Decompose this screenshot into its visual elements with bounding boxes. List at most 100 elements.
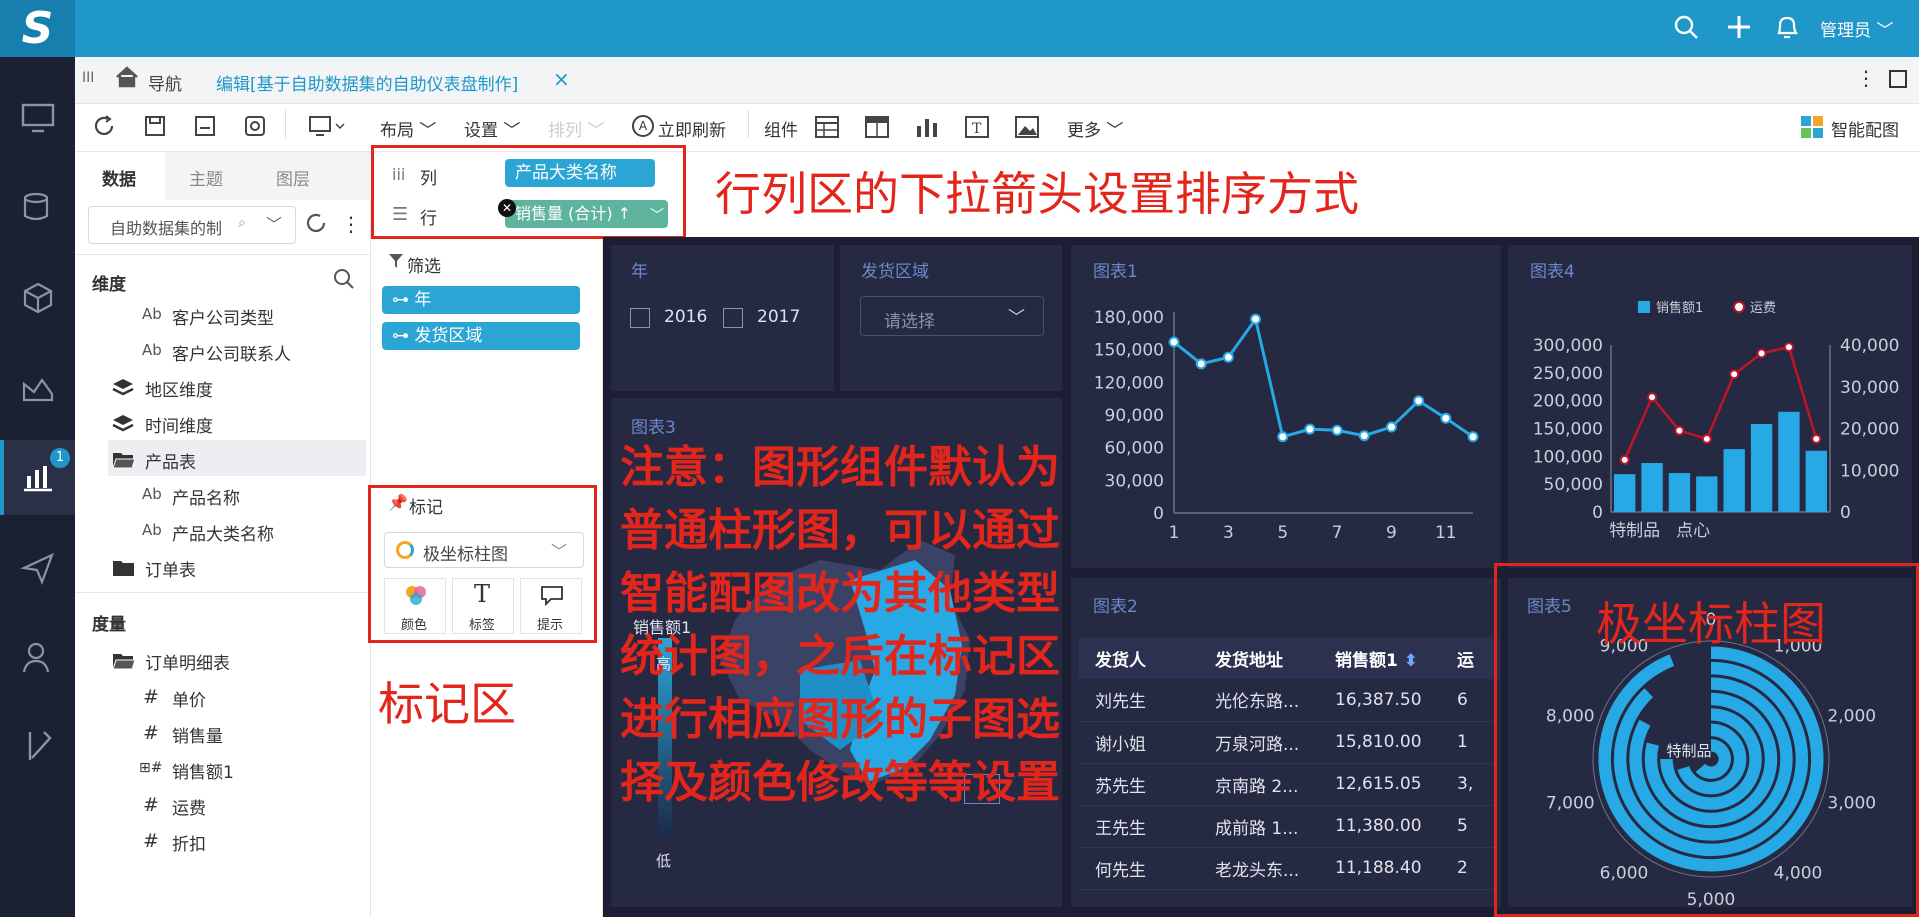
send-icon[interactable] <box>18 550 58 590</box>
data-point <box>1783 342 1794 353</box>
hierarchy-icon: ⊶ <box>392 290 415 310</box>
database-icon[interactable] <box>18 190 58 230</box>
drag-handle-icon[interactable]: III <box>82 70 94 86</box>
tree-item-order-detail[interactable]: 订单明细表 <box>145 649 230 674</box>
chart1-line[interactable]: 180,000 150,000 120,000 90,000 60,000 30,000 0… <box>1071 245 1501 568</box>
refresh-icon[interactable] <box>305 212 327 238</box>
y-tick-label: 150,000 <box>1094 341 1164 361</box>
chevron-down-icon: ﹀ <box>266 215 283 234</box>
chart4-combo[interactable]: 销售额1 运费 300,000 250,000 200,000 150,000 100,00… <box>1508 245 1912 568</box>
fullscreen-icon[interactable] <box>1889 70 1907 88</box>
text-icon[interactable]: T <box>965 116 989 142</box>
text-field-icon: Ab <box>142 521 162 539</box>
component-label: 组件 <box>764 121 798 141</box>
tree-item-discount[interactable]: 折扣 <box>172 830 206 855</box>
bell-icon[interactable] <box>1775 14 1799 46</box>
cube-icon[interactable] <box>18 280 58 320</box>
tree-item-customer-type[interactable]: 客户公司类型 <box>172 304 274 329</box>
filter-title: 筛选 <box>407 257 441 277</box>
app-logo[interactable]: S <box>0 0 75 57</box>
bar <box>1641 463 1663 512</box>
search-icon[interactable] <box>333 268 355 294</box>
tree-item-region-dim[interactable]: 地区维度 <box>145 376 213 401</box>
y-tick-label: 250,000 <box>1533 364 1603 384</box>
table-cell: 2 <box>1441 847 1499 890</box>
number-field-icon: # <box>143 686 159 708</box>
nav-tab[interactable]: 导航 <box>148 70 182 95</box>
tab-data[interactable]: 数据 <box>102 165 136 190</box>
preview-icon[interactable] <box>243 114 267 142</box>
column-header[interactable]: 发货人 <box>1079 637 1199 679</box>
column-header[interactable]: 销售额1 ⬍ <box>1319 637 1441 679</box>
data-point <box>1358 430 1370 442</box>
tree-item-customer-contact[interactable]: 客户公司联系人 <box>172 340 291 365</box>
tree-item-sales-qty[interactable]: 销售量 <box>172 722 223 747</box>
tree-item-product-category[interactable]: 产品大类名称 <box>172 520 274 545</box>
user-settings-icon[interactable] <box>18 640 58 680</box>
y-tick-label: 0 <box>1592 503 1603 523</box>
tree-item-freight[interactable]: 运费 <box>172 794 206 819</box>
bar <box>1750 424 1773 512</box>
column-header[interactable]: 发货地址 <box>1199 637 1319 679</box>
refresh-now-icon: A <box>632 115 654 137</box>
filter-chip-year[interactable]: ⊶ 年 <box>382 286 580 314</box>
monitor-icon[interactable] <box>18 100 58 140</box>
checkbox-2017[interactable] <box>723 308 743 328</box>
number-field-icon: # <box>143 722 159 744</box>
logo-text: S <box>21 3 54 54</box>
device-icon[interactable] <box>308 114 348 142</box>
calc-field-icon: ⊞# <box>139 760 163 776</box>
tab-theme[interactable]: 主题 <box>189 165 223 190</box>
column-header[interactable]: 运 <box>1441 637 1499 679</box>
close-tab-icon[interactable]: × <box>553 67 570 91</box>
user-menu[interactable]: 管理员 ﹀ <box>1820 16 1893 41</box>
settings-menu[interactable]: 设置 ﹀ <box>464 116 520 141</box>
save-as-icon[interactable] <box>193 114 217 142</box>
number-field-icon: # <box>143 830 159 852</box>
home-icon[interactable] <box>115 66 139 92</box>
y-tick-label: 0 <box>1153 504 1164 524</box>
layout-menu[interactable]: 布局 ﹀ <box>380 116 436 141</box>
tree-item-sales-amount[interactable]: 销售额1 <box>172 758 234 783</box>
table-icon[interactable] <box>815 116 839 142</box>
image-icon[interactable] <box>1015 116 1039 142</box>
refresh-now-button[interactable]: 立即刷新 <box>658 116 726 141</box>
folder-icon <box>112 558 136 582</box>
table-row: 谢小姐 万泉河路... 15,810.00 1 <box>1079 721 1499 764</box>
filter-chip-region[interactable]: ⊶ 发货区域 <box>382 322 580 350</box>
filter-region-label: 发货区域 <box>414 326 483 346</box>
save-icon[interactable] <box>143 114 167 142</box>
table-cell: 5 <box>1441 805 1499 848</box>
legend-swatch <box>1638 301 1650 313</box>
chart2-title: 图表2 <box>1093 592 1138 617</box>
smart-chart-button[interactable]: 智能配图 <box>1831 116 1899 141</box>
area-chart-icon[interactable] <box>18 370 58 410</box>
more-vertical-icon[interactable]: ⋮ <box>341 212 361 236</box>
more-menu[interactable]: 更多 ﹀ <box>1067 116 1123 141</box>
search-icon[interactable] <box>1673 14 1699 46</box>
sort-icon[interactable]: ⬍ <box>1398 651 1418 671</box>
chevron-down-icon: ﹀ <box>1876 21 1894 41</box>
data-point <box>1811 433 1822 444</box>
checkbox-2016[interactable] <box>630 308 650 328</box>
add-icon[interactable] <box>1726 14 1752 46</box>
tools-icon[interactable] <box>18 728 58 768</box>
data-point <box>1413 395 1425 407</box>
data-point <box>1647 392 1658 403</box>
tree-item-order-table[interactable]: 订单表 <box>145 556 196 581</box>
tree-item-product-table[interactable]: 产品表 <box>145 448 196 473</box>
annotation-note: 注意：图形组件默认为普通柱形图，可以通过智能配图改为其他类型统计图，之后在标记区… <box>620 442 1060 808</box>
more-vertical-icon[interactable]: ⋮ <box>1856 66 1876 90</box>
data-point <box>1277 431 1289 443</box>
crosstab-icon[interactable] <box>865 116 889 142</box>
tree-item-product-name[interactable]: 产品名称 <box>172 484 240 509</box>
table-cell: 万泉河路... <box>1199 721 1319 764</box>
bar-chart-icon[interactable] <box>915 116 939 142</box>
tab-edit-dashboard[interactable]: 编辑[基于自助数据集的自助仪表盘制作] <box>216 70 518 95</box>
refresh-icon[interactable] <box>92 114 116 142</box>
tree-item-time-dim[interactable]: 时间维度 <box>145 412 213 437</box>
tree-item-unit-price[interactable]: 单价 <box>172 686 206 711</box>
tab-layers[interactable]: 图层 <box>276 165 310 190</box>
toolbar-divider <box>748 110 749 138</box>
y2-tick-label: 0 <box>1840 503 1851 523</box>
